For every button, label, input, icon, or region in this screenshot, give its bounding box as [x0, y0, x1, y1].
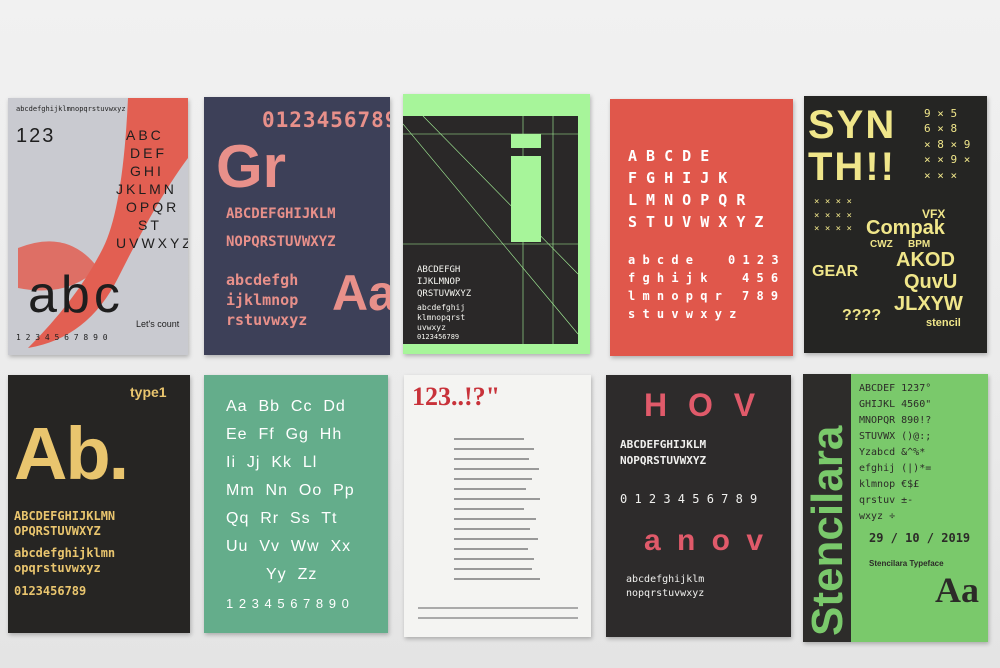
glyph-row: Yzabcd &^%*	[859, 447, 926, 458]
poster-stencilara: Stencilara ABCDEF 1237° GHIJKL 4560" MNO…	[803, 374, 988, 642]
letter-row: ST	[138, 217, 162, 233]
specimen-line	[418, 617, 578, 619]
letter-row: DEF	[130, 145, 167, 161]
lowercase-row: uvwxyz	[417, 323, 446, 332]
caption: Let's count	[136, 319, 180, 329]
uppercase-row: L M N O P Q R	[628, 191, 746, 209]
uppercase-row: ABCDEFGHIJKLMN	[14, 509, 116, 523]
poster-grid-construction: ABCDEFGH IJKLMNOP QRSTUVWXYZ abcdefghij …	[403, 94, 590, 354]
large-specimen-aa: Aa	[332, 265, 390, 321]
uppercase-row: QRSTUVWXYZ	[417, 289, 472, 299]
lowercase-row: a b c d e	[628, 253, 694, 267]
letter-row: UVWXYZ	[116, 235, 188, 251]
word: Compak	[866, 217, 945, 239]
lowercase-row: s t u v w x y z	[628, 307, 737, 321]
letter-row: ABC	[126, 127, 164, 143]
lowercase-row: abcdefgh	[226, 271, 299, 289]
uppercase-row: OPQRSTUVWXYZ	[14, 524, 101, 538]
poster-hov-anov: H O V ABCDEFGHIJKLM NOPQRSTUVWXYZ 0 1 2 …	[606, 375, 791, 637]
large-word: TH!!	[808, 145, 896, 189]
large-specimen: Ab.	[14, 412, 129, 495]
pattern-glyphs: × × × × × × × × × × × ×	[814, 197, 852, 234]
alphabet-line: abcdefghijklmnopqrstuvwxyz	[16, 105, 126, 113]
uppercase-row: A B C D E	[628, 147, 710, 165]
lowercase-row: l m n o p q r	[628, 289, 722, 303]
numbers-line: 1 2 3 4 5 6 7 8 9 0	[16, 333, 108, 342]
poster-title: type1	[130, 384, 167, 400]
poster-green-alphabet: Aa Bb Cc Dd Ee Ff Gg Hh Ii Jj Kk Ll Mm N…	[204, 375, 388, 633]
numbers-row: 1 2 3 4 5 6 7 8 9 0	[226, 596, 350, 611]
large-specimen: abc	[28, 266, 124, 324]
word: stencil	[926, 317, 961, 329]
number-heading: 123	[16, 125, 56, 147]
glyph-row: GHIJKL 4560"	[859, 399, 932, 410]
letter-pair-row: Ee Ff Gg Hh	[226, 426, 343, 443]
letter-pair-row: Aa Bb Cc Dd	[226, 398, 346, 415]
lowercase-row: f g h i j k	[628, 271, 708, 285]
large-specimen: Gr	[216, 133, 287, 200]
lowercase-row: ijklmnop	[226, 291, 299, 309]
word: CWZ	[870, 239, 893, 250]
uppercase-row: NOPQRSTUVWXYZ	[620, 454, 707, 467]
glyph-row: wxyz ÷	[859, 511, 896, 522]
lowercase-row: nopqrstuvwxyz	[626, 588, 705, 599]
word: ????	[842, 307, 882, 324]
word: AKOD	[896, 249, 955, 271]
large-specimen: a n o v	[644, 524, 768, 557]
word: GEAR	[812, 263, 859, 280]
numbers-heading: 0123456789	[262, 108, 390, 132]
letter-row: OPQR	[126, 199, 180, 215]
vertical-title: Stencilara	[803, 425, 852, 636]
poster-letters-abc: abcdefghijklmnopqrstuvwxyz 123 ABC DEF G…	[8, 98, 188, 355]
glyph-row: STUVWX ()@:;	[859, 431, 932, 442]
glyph-row: efghij (|)*=	[859, 463, 932, 474]
numbers-row: 0 1 2 3	[728, 253, 779, 267]
body-text-block	[454, 430, 544, 588]
lowercase-row: abcdefghijklm	[626, 574, 705, 585]
uppercase-row: ABCDEFGHIJKLM	[620, 438, 707, 451]
glyph-row: ABCDEF 1237°	[859, 383, 932, 394]
lowercase-row: opqrstuvwxyz	[14, 561, 101, 575]
date: 29 / 10 / 2019	[869, 531, 971, 545]
numbers-heading: 123..!?"	[412, 382, 501, 411]
lowercase-row: klmnopqrst	[417, 313, 466, 322]
typeface-name: Stencilara Typeface	[869, 559, 944, 568]
large-specimen: H O V	[644, 387, 762, 423]
uppercase-row: ABCDEFGH	[417, 265, 461, 275]
lowercase-row: rstuvwxyz	[226, 311, 308, 329]
numbers-row: 7 8 9	[742, 289, 779, 303]
poster-coral-stencil: A B C D E F G H I J K L M N O P Q R S T …	[610, 99, 793, 356]
numbers-line: 0123456789	[417, 333, 460, 341]
large-specimen: Aa	[935, 570, 979, 610]
poster-serif-text: 123..!?"	[404, 375, 591, 637]
glyph-row: klmnop €$£	[859, 479, 920, 490]
letter-row: JKLMN	[116, 181, 177, 197]
poster-synth: SYN TH!! 9 × 56 × 8 × 8 × 9 × × 9 × × × × V…	[804, 96, 987, 353]
numbers-row: 0 1 2 3 4 5 6 7 8 9	[620, 492, 758, 506]
letter-pair-row: Ii Jj Kk Ll	[226, 454, 318, 471]
specimen-line	[418, 607, 578, 609]
poster-stencil-numbers: 0123456789 Gr ABCDEFGHIJKLM NOPQRSTUVWXY…	[204, 97, 390, 355]
poster-type1: type1 Ab. ABCDEFGHIJKLMN OPQRSTUVWXYZ ab…	[8, 375, 190, 633]
large-word: SYN	[808, 103, 897, 147]
letter-pair-row: Uu Vv Ww Xx	[226, 538, 352, 555]
letter-pair-row: Qq Rr Ss Tt	[226, 510, 338, 527]
word: JLXYW	[894, 293, 963, 315]
numbers-row: 4 5 6	[742, 271, 779, 285]
word: QuvU	[904, 271, 958, 293]
lowercase-row: abcdefghij	[417, 303, 466, 312]
uppercase-row: NOPQRSTUVWXYZ	[226, 234, 336, 250]
uppercase-row: S T U V W X Y Z	[628, 213, 764, 231]
letter-row: GHI	[130, 163, 164, 179]
pattern-glyphs: 9 × 56 × 8 × 8 × 9 × × 9 × × × ×	[924, 107, 971, 182]
numbers-row: 0123456789	[14, 584, 87, 598]
uppercase-row: IJKLMNOP	[417, 277, 461, 287]
letter-pair-row: Mm Nn Oo Pp	[226, 482, 355, 499]
glyph-row: qrstuv ±-	[859, 495, 914, 506]
lowercase-row: abcdefghijklmn	[14, 546, 116, 560]
letter-pair-row: Yy Zz	[266, 566, 318, 583]
uppercase-row: ABCDEFGHIJKLM	[226, 206, 336, 222]
uppercase-row: F G H I J K	[628, 169, 728, 187]
glyph-row: MNOPQR 890!?	[859, 415, 932, 426]
